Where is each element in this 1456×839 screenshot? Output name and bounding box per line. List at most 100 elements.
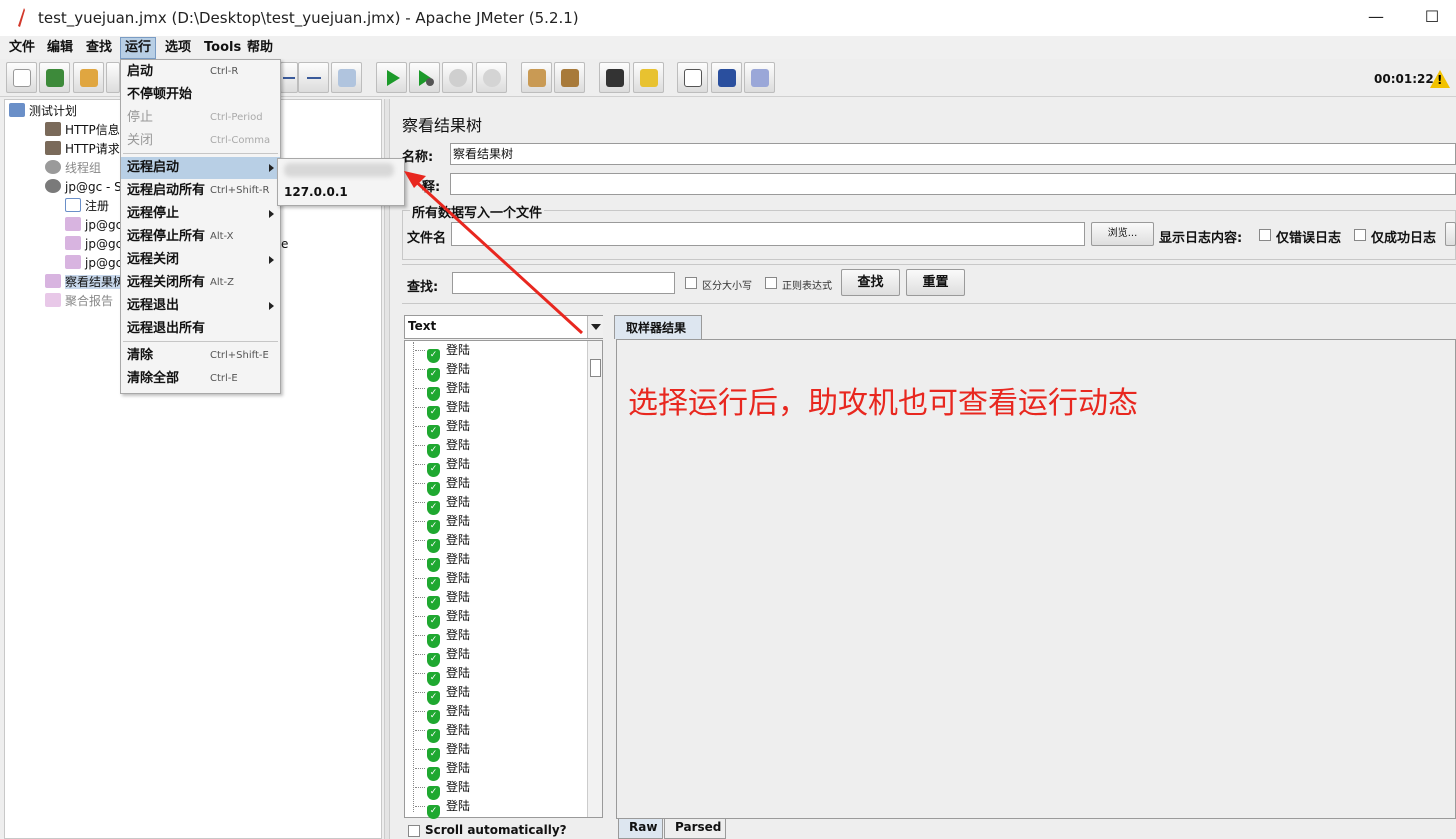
list-item[interactable]: ✓ 登陆: [414, 588, 470, 610]
list-item[interactable]: ✓ 登陆: [414, 721, 470, 743]
list-item[interactable]: ✓ 登陆: [414, 778, 470, 800]
start-no-pause-button[interactable]: [409, 62, 440, 93]
tree-node-http-request[interactable]: HTTP请求: [45, 140, 120, 158]
list-item[interactable]: ✓ 登陆: [414, 531, 470, 553]
errors-only-checkbox[interactable]: [1259, 229, 1271, 241]
tree-node-view-results-tree[interactable]: 察看结果树: [45, 273, 126, 291]
run-menu-item[interactable]: 远程退出所有: [121, 318, 280, 340]
list-item[interactable]: ✓ 登陆: [414, 436, 470, 458]
save-button[interactable]: [106, 62, 120, 93]
list-item[interactable]: ✓ 登陆: [414, 379, 470, 401]
menu-help[interactable]: 帮助: [243, 39, 277, 57]
tree-node-jpgc-2[interactable]: jp@gc: [65, 235, 122, 253]
tab-raw[interactable]: Raw: [618, 819, 663, 839]
run-menu-item[interactable]: 远程关闭: [121, 249, 280, 271]
list-item[interactable]: ✓ 登陆: [414, 683, 470, 705]
clear-button[interactable]: [521, 62, 552, 93]
run-menu-item[interactable]: 清除全部 Ctrl-E: [121, 368, 280, 390]
menu-search[interactable]: 查找: [82, 39, 116, 57]
menu-run[interactable]: 运行: [120, 37, 157, 59]
case-sensitive-checkbox[interactable]: [685, 277, 697, 289]
list-item[interactable]: ✓ 登陆: [414, 398, 470, 420]
maximize-button[interactable]: ☐: [1418, 6, 1446, 30]
comment-field[interactable]: [450, 173, 1456, 195]
splitter[interactable]: [384, 99, 390, 839]
reset-button[interactable]: 重置: [906, 269, 965, 296]
regex-checkbox[interactable]: [765, 277, 777, 289]
stop-button[interactable]: [442, 62, 473, 93]
list-item[interactable]: ✓ 登陆: [414, 759, 470, 781]
function-helper-button[interactable]: [677, 62, 708, 93]
list-item[interactable]: ✓ 登陆: [414, 417, 470, 439]
search-button-toolbar[interactable]: [599, 62, 630, 93]
blurred-remote-host[interactable]: [284, 163, 394, 177]
run-menu-item[interactable]: 远程启动: [121, 157, 280, 179]
new-button[interactable]: [6, 62, 37, 93]
list-item[interactable]: ✓ 登陆: [414, 569, 470, 591]
tree-node-jpgc-3[interactable]: jp@gc: [65, 254, 122, 272]
minimize-button[interactable]: —: [1362, 6, 1390, 30]
menu-file[interactable]: 文件: [5, 39, 39, 57]
run-menu-item[interactable]: 远程启动所有 Ctrl+Shift-R: [121, 180, 280, 202]
success-only-checkbox[interactable]: [1354, 229, 1366, 241]
collapse-button[interactable]: [298, 62, 329, 93]
run-menu-item[interactable]: 远程退出: [121, 295, 280, 317]
tree-node-jpgc-1[interactable]: jp@gc: [65, 216, 122, 234]
shutdown-button[interactable]: [476, 62, 507, 93]
run-menu-item[interactable]: 远程关闭所有 Alt-Z: [121, 272, 280, 294]
tree-node-test-plan[interactable]: 测试计划: [9, 102, 77, 120]
remote-button[interactable]: [744, 62, 775, 93]
filename-field[interactable]: [451, 222, 1085, 246]
list-item[interactable]: ✓ 登陆: [414, 493, 470, 515]
list-item[interactable]: ✓ 登陆: [414, 626, 470, 648]
open-button[interactable]: [73, 62, 104, 93]
list-scrollbar[interactable]: [587, 341, 602, 817]
scroll-auto-checkbox[interactable]: [408, 825, 420, 837]
list-item[interactable]: ✓ 登陆: [414, 455, 470, 477]
tree-node-thread-group[interactable]: 线程组: [45, 159, 101, 177]
list-item[interactable]: ✓ 登陆: [414, 550, 470, 572]
menu-options[interactable]: 选项: [161, 39, 195, 57]
configure-button[interactable]: [1445, 222, 1456, 246]
tree-node-register[interactable]: 注册: [65, 197, 109, 215]
list-item[interactable]: ✓ 登陆: [414, 512, 470, 534]
remote-host-localhost[interactable]: 127.0.0.1: [284, 185, 348, 199]
list-item[interactable]: ✓ 登陆: [414, 341, 470, 363]
run-menu-item[interactable]: 停止 Ctrl-Period: [121, 107, 280, 129]
list-item[interactable]: ✓ 登陆: [414, 664, 470, 686]
name-field[interactable]: 察看结果树: [450, 143, 1456, 165]
run-menu-item[interactable]: 远程停止: [121, 203, 280, 225]
list-item[interactable]: ✓ 登陆: [414, 607, 470, 629]
run-menu-item[interactable]: 不停顿开始: [121, 84, 280, 106]
browse-button[interactable]: 浏览...: [1091, 222, 1154, 246]
toggle-button[interactable]: [331, 62, 362, 93]
clear-all-button[interactable]: [554, 62, 585, 93]
tree-node-aggregate-report[interactable]: 聚合报告: [45, 292, 113, 310]
scroll-thumb[interactable]: [590, 359, 601, 377]
tree-node-http-header[interactable]: HTTP信息: [45, 121, 120, 139]
list-item[interactable]: ✓ 登陆: [414, 702, 470, 724]
tab-parsed[interactable]: Parsed: [664, 819, 726, 839]
run-menu-item[interactable]: 关闭 Ctrl-Comma: [121, 130, 280, 152]
start-button[interactable]: [376, 62, 407, 93]
list-item[interactable]: ✓ 登陆: [414, 645, 470, 667]
search-button[interactable]: 查找: [841, 269, 900, 296]
list-item[interactable]: ✓ 登陆: [414, 474, 470, 496]
templates-button[interactable]: [39, 62, 70, 93]
expand-button[interactable]: [280, 62, 298, 93]
reset-search-button[interactable]: [633, 62, 664, 93]
list-item[interactable]: ✓ 登陆: [414, 740, 470, 762]
search-input[interactable]: [452, 272, 675, 294]
warning-icon[interactable]: [1430, 70, 1450, 88]
run-menu-item[interactable]: 远程停止所有 Alt-X: [121, 226, 280, 248]
menu-tools[interactable]: Tools: [200, 39, 245, 57]
list-item[interactable]: ✓ 登陆: [414, 360, 470, 382]
run-menu-item[interactable]: 启动 Ctrl-R: [121, 61, 280, 83]
tab-sampler-result[interactable]: 取样器结果: [614, 315, 702, 339]
renderer-select[interactable]: Text: [404, 315, 603, 339]
tree-node-jpgc-thread[interactable]: jp@gc - S: [45, 178, 122, 196]
help-button[interactable]: [711, 62, 742, 93]
menu-edit[interactable]: 编辑: [43, 39, 77, 57]
run-menu-item[interactable]: 清除 Ctrl+Shift-E: [121, 345, 280, 367]
list-item[interactable]: ✓ 登陆: [414, 797, 470, 819]
